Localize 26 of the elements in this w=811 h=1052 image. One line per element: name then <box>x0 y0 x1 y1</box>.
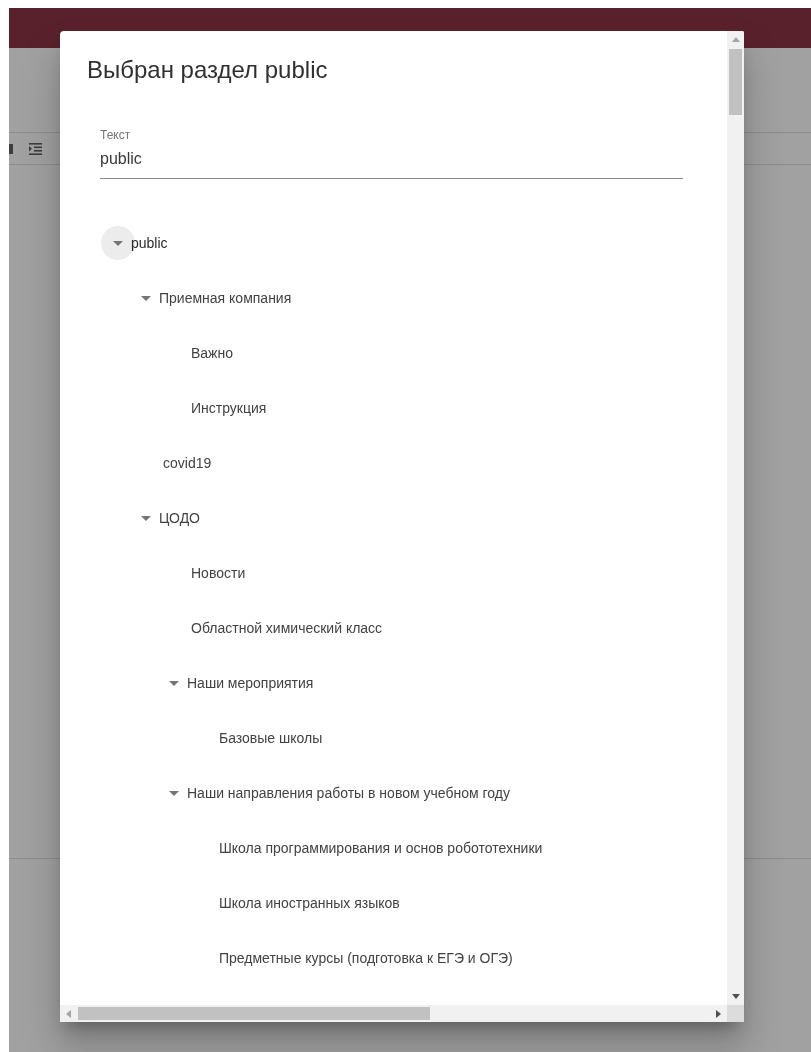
dialog-title: Выбран раздел public <box>87 55 328 85</box>
indent-icon <box>29 142 42 155</box>
tree-item[interactable]: Приемная компания <box>159 289 292 306</box>
text-field[interactable]: public <box>100 148 683 179</box>
scroll-down-icon[interactable] <box>731 994 740 999</box>
tree-item[interactable]: Базовые школы <box>219 729 323 746</box>
tree-item[interactable]: Новости <box>191 564 246 581</box>
tree-item[interactable]: public <box>131 234 168 251</box>
tree-item[interactable]: Предметные курсы (подготовка к ЕГЭ и ОГЭ) <box>219 949 513 966</box>
tree-item[interactable]: Наши мероприятия <box>187 674 314 691</box>
scroll-right-icon[interactable] <box>716 1009 721 1018</box>
field-label: Текст <box>100 127 131 143</box>
list-icon <box>9 142 13 155</box>
tree-item[interactable]: covid19 <box>163 454 212 471</box>
tree-item[interactable]: Важно <box>191 344 233 361</box>
tree-item[interactable]: Школа иностранных языков <box>219 894 400 911</box>
horizontal-scrollbar[interactable] <box>60 1005 727 1022</box>
tree-item[interactable]: ЦОДО <box>159 509 200 526</box>
tree-item[interactable]: Инструкция <box>191 399 267 416</box>
scrollbar-corner <box>727 1005 744 1022</box>
tree-item[interactable]: Школа программирования и основ робототехники <box>219 839 543 856</box>
scrollbar-thumb[interactable] <box>729 49 742 115</box>
vertical-scrollbar[interactable] <box>727 31 744 1005</box>
tree-item[interactable]: Областной химический класс <box>191 619 383 636</box>
tree-item[interactable]: Наши направления работы в новом учебном году <box>187 784 510 801</box>
scrollbar-thumb[interactable] <box>78 1007 430 1020</box>
